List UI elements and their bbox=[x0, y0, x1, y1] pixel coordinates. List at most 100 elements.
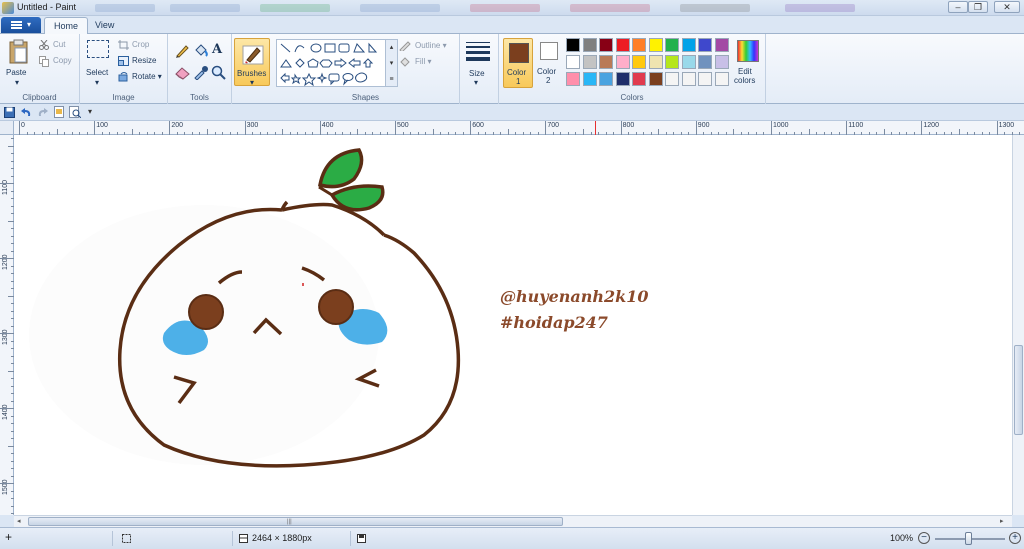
cursor-position-marker bbox=[595, 121, 596, 135]
eraser-icon[interactable] bbox=[175, 65, 190, 80]
palette-color-swatch[interactable] bbox=[681, 55, 696, 69]
outline-button[interactable]: Outline ▾ bbox=[399, 40, 457, 53]
ruler-corner bbox=[0, 121, 14, 135]
brushes-button[interactable]: Brushes ▾ bbox=[234, 38, 270, 87]
tools-group-label: Tools bbox=[190, 93, 209, 102]
fill-button[interactable]: Fill ▾ bbox=[399, 56, 457, 69]
new-page-icon[interactable] bbox=[53, 106, 65, 118]
palette-color-swatch[interactable] bbox=[599, 38, 613, 52]
copy-button[interactable]: Copy bbox=[38, 55, 76, 68]
palette-color-swatch[interactable] bbox=[698, 72, 712, 86]
vertical-ruler: 1100 1200 1300 1400 1500 bbox=[0, 135, 14, 515]
image-group-label: Image bbox=[112, 93, 135, 102]
horizontal-scroll-thumb[interactable]: ||| bbox=[28, 517, 563, 526]
color2-swatch bbox=[540, 42, 558, 60]
shapes-gallery-icons bbox=[280, 42, 378, 87]
text-tool-icon[interactable]: A bbox=[212, 42, 222, 57]
shapes-gallery[interactable] bbox=[276, 39, 398, 87]
pencil-icon[interactable] bbox=[175, 43, 190, 58]
paste-icon bbox=[9, 39, 28, 64]
palette-color-swatch[interactable] bbox=[714, 38, 729, 52]
paste-button[interactable]: Paste ▾ bbox=[4, 37, 34, 89]
ruler-tick bbox=[319, 121, 321, 135]
status-separator bbox=[350, 531, 351, 546]
shapes-scroll-buttons[interactable]: ▴ ▾ ≡ bbox=[385, 39, 398, 87]
undo-icon[interactable] bbox=[21, 107, 32, 118]
palette-color-swatch[interactable] bbox=[698, 38, 712, 52]
customize-toolbar-icon[interactable]: ▾ bbox=[88, 107, 92, 116]
scroll-right-arrow-icon[interactable]: ▸ bbox=[1000, 517, 1004, 525]
size-button[interactable]: Size ▾ bbox=[460, 38, 496, 88]
outline-label: Outline ▾ bbox=[415, 41, 447, 50]
palette-color-swatch[interactable] bbox=[648, 72, 663, 86]
print-preview-icon[interactable] bbox=[69, 106, 81, 118]
vertical-scroll-thumb[interactable] bbox=[1014, 345, 1023, 435]
palette-color-swatch[interactable] bbox=[582, 72, 597, 86]
palette-color-swatch[interactable] bbox=[681, 38, 696, 52]
drawing-canvas[interactable]: @huyenanh2k10 #hoidap247 bbox=[14, 135, 1014, 515]
palette-color-swatch[interactable] bbox=[681, 72, 696, 86]
background-blur bbox=[170, 4, 240, 12]
close-button[interactable]: ✕ bbox=[994, 1, 1020, 13]
horizontal-scrollbar[interactable]: ◂ ||| ▸ bbox=[14, 515, 1012, 527]
minimize-button[interactable]: – bbox=[948, 1, 968, 13]
fill-label: Fill ▾ bbox=[415, 57, 432, 66]
palette-color-swatch[interactable] bbox=[599, 72, 613, 86]
edit-colors-button[interactable]: Edit colors bbox=[731, 38, 765, 88]
palette-color-swatch[interactable] bbox=[632, 72, 646, 86]
resize-button[interactable]: Resize bbox=[118, 55, 166, 68]
ruler-tick bbox=[19, 121, 20, 135]
paint-menu-button[interactable]: ▾ bbox=[1, 17, 41, 33]
palette-color-swatch[interactable] bbox=[714, 72, 729, 86]
palette-color-swatch[interactable] bbox=[632, 38, 646, 52]
select-button[interactable]: Select ▾ bbox=[84, 38, 112, 88]
edit-colors-label-line2: colors bbox=[734, 76, 756, 85]
paint-app-icon[interactable] bbox=[2, 2, 14, 14]
shapes-group-label: Shapes bbox=[351, 93, 380, 102]
tab-home[interactable]: Home bbox=[44, 17, 89, 35]
disk-icon bbox=[357, 534, 366, 543]
palette-color-swatch[interactable] bbox=[615, 72, 630, 86]
palette-color-swatch[interactable] bbox=[582, 38, 597, 52]
vertical-scrollbar[interactable] bbox=[1012, 135, 1024, 515]
palette-color-swatch[interactable] bbox=[615, 55, 630, 69]
color1-button[interactable]: Color 1 bbox=[503, 38, 533, 88]
cut-button[interactable]: Cut bbox=[38, 39, 76, 52]
cursor-position-icon: + bbox=[5, 530, 13, 544]
zoom-slider-thumb[interactable] bbox=[965, 532, 972, 545]
rotate-button[interactable]: Rotate ▾ bbox=[118, 71, 166, 84]
zoom-in-button[interactable]: + bbox=[1009, 532, 1021, 544]
palette-color-swatch[interactable] bbox=[665, 72, 679, 86]
restore-button[interactable]: ❐ bbox=[968, 1, 988, 13]
rotate-icon bbox=[118, 72, 128, 82]
brush-icon bbox=[242, 45, 264, 65]
ruler-label: 1300 bbox=[2, 329, 9, 345]
colors-group: Color 1 Color 2 Edit colors Colors bbox=[498, 34, 766, 104]
edit-colors-label-line1: Edit bbox=[738, 67, 752, 76]
clipboard-group-label: Clipboard bbox=[22, 93, 57, 102]
palette-color-swatch[interactable] bbox=[648, 55, 663, 69]
zoom-out-button[interactable]: − bbox=[918, 532, 930, 544]
palette-color-swatch[interactable] bbox=[632, 55, 646, 69]
crop-button[interactable]: Crop bbox=[118, 39, 166, 52]
scroll-left-arrow-icon[interactable]: ◂ bbox=[17, 517, 21, 525]
palette-color-swatch[interactable] bbox=[566, 38, 580, 52]
chevron-down-icon: ▾ bbox=[27, 20, 32, 29]
fill-bucket-icon[interactable] bbox=[193, 43, 208, 58]
color-picker-icon[interactable] bbox=[193, 65, 208, 80]
palette-color-swatch[interactable] bbox=[665, 38, 679, 52]
palette-color-swatch[interactable] bbox=[566, 55, 580, 69]
palette-color-swatch[interactable] bbox=[665, 55, 679, 69]
color2-button[interactable]: Color 2 bbox=[535, 38, 563, 88]
magnifier-icon[interactable] bbox=[211, 65, 226, 80]
palette-color-swatch[interactable] bbox=[714, 55, 729, 69]
palette-color-swatch[interactable] bbox=[582, 55, 597, 69]
redo-icon[interactable] bbox=[37, 107, 48, 118]
save-icon[interactable] bbox=[4, 107, 15, 118]
palette-color-swatch[interactable] bbox=[648, 38, 663, 52]
palette-color-swatch[interactable] bbox=[615, 38, 630, 52]
palette-color-swatch[interactable] bbox=[566, 72, 580, 86]
palette-color-swatch[interactable] bbox=[698, 55, 712, 69]
palette-color-swatch[interactable] bbox=[599, 55, 613, 69]
tab-view[interactable]: View bbox=[86, 17, 123, 34]
